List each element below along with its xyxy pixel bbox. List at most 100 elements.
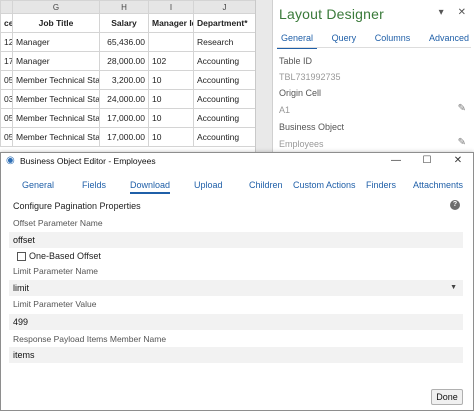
pencil-icon[interactable]: ✎ <box>458 103 466 114</box>
dialog-titlebar[interactable]: ◉ Business Object Editor - Employees — ☐… <box>1 153 473 169</box>
table-row: 12 Manager 65,436.00 Research <box>0 32 255 52</box>
spreadsheet-grid: G H I J ce Job Title Salary Manager Id D… <box>0 0 255 147</box>
close-icon[interactable]: ✕ <box>458 7 466 18</box>
cell[interactable]: Manager <box>12 51 100 71</box>
cell[interactable]: 05 <box>0 127 13 147</box>
cell[interactable]: 24,000.00 <box>99 89 149 109</box>
cell[interactable]: 10 <box>148 89 194 109</box>
limit-value-input[interactable]: 499 <box>9 314 463 330</box>
cell[interactable]: 12 <box>0 32 13 52</box>
cell[interactable]: 03 <box>0 89 13 109</box>
dialog-title: Business Object Editor - Employees <box>20 156 156 166</box>
table-row: 03 Member Technical Staff 24,000.00 10 A… <box>0 89 255 109</box>
help-icon[interactable]: ? <box>450 200 460 210</box>
column-letter-j[interactable]: J <box>193 0 255 14</box>
limit-value-label: Limit Parameter Value <box>13 299 97 309</box>
header-job-title[interactable]: Job Title <box>12 13 100 33</box>
close-icon[interactable]: ✕ <box>453 155 463 166</box>
cell[interactable]: 10 <box>148 108 194 128</box>
payload-items-value: items <box>13 350 35 360</box>
header-manager-id[interactable]: Manager Id <box>148 13 194 33</box>
one-based-offset-row: One-Based Offset <box>17 251 101 261</box>
cell[interactable]: 3,200.00 <box>99 70 149 90</box>
cell[interactable] <box>148 32 194 52</box>
cell[interactable]: Manager <box>12 32 100 52</box>
table-row: 05 Member Technical Staff 17,000.00 10 A… <box>0 108 255 128</box>
cell[interactable]: 05 <box>0 108 13 128</box>
table-row: 05 Member Technical Staff 3,200.00 10 Ac… <box>0 70 255 90</box>
cell[interactable]: 10 <box>148 70 194 90</box>
offset-parameter-value: offset <box>13 235 35 245</box>
origin-cell-label: Origin Cell <box>279 88 322 98</box>
business-object-value: Employees <box>279 139 324 149</box>
header-row: ce Job Title Salary Manager Id Departmen… <box>0 13 255 33</box>
cell[interactable]: Research <box>193 32 255 52</box>
tab-custom-actions[interactable]: Custom Actions <box>293 180 356 190</box>
table-row: 17 Manager 28,000.00 102 Accounting <box>0 51 255 71</box>
window-controls: — ☐ ✕ <box>391 155 463 166</box>
maximize-icon[interactable]: ☐ <box>422 155 432 166</box>
header-salary[interactable]: Salary <box>99 13 149 33</box>
chevron-down-icon: ▼ <box>450 284 457 291</box>
tab-finders[interactable]: Finders <box>366 180 396 190</box>
column-letter-h[interactable]: H <box>99 0 149 14</box>
column-letter-i[interactable]: I <box>148 0 194 14</box>
table-id-value: TBL731992735 <box>279 72 341 82</box>
tab-general[interactable]: General <box>22 180 54 190</box>
column-letter[interactable] <box>0 0 13 14</box>
cell[interactable]: 28,000.00 <box>99 51 149 71</box>
tab-download[interactable]: Download <box>130 180 171 194</box>
chevron-down-icon[interactable]: ▾ <box>439 7 444 18</box>
one-based-offset-label: One-Based Offset <box>29 251 101 261</box>
table-row: 05 Member Technical Staff 17,000.00 10 A… <box>0 127 255 147</box>
cell[interactable]: 17,000.00 <box>99 108 149 128</box>
designer-controls: ▾ ✕ <box>439 7 466 18</box>
header-department[interactable]: Department* <box>193 13 255 33</box>
offset-parameter-input[interactable]: offset <box>9 232 463 248</box>
minimize-icon[interactable]: — <box>391 155 401 166</box>
limit-parameter-select[interactable]: limit ▼ <box>9 280 463 296</box>
header-cell[interactable]: ce <box>0 13 13 33</box>
payload-items-label: Response Payload Items Member Name <box>13 334 167 344</box>
cell[interactable]: Member Technical Staff <box>12 89 100 109</box>
layout-designer-panel: Layout Designer ▾ ✕ General Query Column… <box>272 0 474 152</box>
cell[interactable]: 65,436.00 <box>99 32 149 52</box>
column-letter-row: G H I J <box>0 0 255 14</box>
limit-parameter-value: limit <box>13 283 29 293</box>
done-button[interactable]: Done <box>431 389 463 405</box>
cell[interactable]: Accounting <box>193 89 255 109</box>
cell[interactable]: 17,000.00 <box>99 127 149 147</box>
limit-parameter-label: Limit Parameter Name <box>13 266 99 276</box>
cell[interactable]: 10 <box>148 127 194 147</box>
section-title: Configure Pagination Properties <box>13 201 141 211</box>
table-id-label: Table ID <box>279 56 313 66</box>
business-object-label: Business Object <box>279 122 345 132</box>
cell[interactable]: 05 <box>0 70 13 90</box>
offset-parameter-label: Offset Parameter Name <box>13 218 103 228</box>
pencil-icon[interactable]: ✎ <box>458 137 466 148</box>
tab-children[interactable]: Children <box>249 180 283 190</box>
cell[interactable]: Member Technical Staff <box>12 108 100 128</box>
one-based-offset-checkbox[interactable] <box>17 251 26 261</box>
designer-title: Layout Designer <box>279 6 384 22</box>
cell[interactable]: Accounting <box>193 127 255 147</box>
payload-items-input[interactable]: items <box>9 347 463 363</box>
tab-attachments[interactable]: Attachments <box>413 180 463 190</box>
designer-tab-divider <box>277 47 471 48</box>
business-object-icon: ◉ <box>6 155 15 166</box>
origin-cell-value: A1 <box>279 105 291 115</box>
business-object-editor-dialog: ◉ Business Object Editor - Employees — ☐… <box>0 152 474 411</box>
cell[interactable]: Accounting <box>193 108 255 128</box>
cell[interactable]: 102 <box>148 51 194 71</box>
spreadsheet: G H I J ce Job Title Salary Manager Id D… <box>0 0 255 152</box>
dialog-tabs: General Fields Download Upload Children … <box>1 180 473 194</box>
tab-upload[interactable]: Upload <box>194 180 223 190</box>
column-letter-g[interactable]: G <box>12 0 100 14</box>
cell[interactable]: Member Technical Staff <box>12 70 100 90</box>
cell[interactable]: 17 <box>0 51 13 71</box>
cell[interactable]: Member Technical Staff <box>12 127 100 147</box>
cell[interactable]: Accounting <box>193 51 255 71</box>
sheet-scroll-gutter <box>255 0 272 152</box>
tab-fields[interactable]: Fields <box>82 180 106 190</box>
cell[interactable]: Accounting <box>193 70 255 90</box>
